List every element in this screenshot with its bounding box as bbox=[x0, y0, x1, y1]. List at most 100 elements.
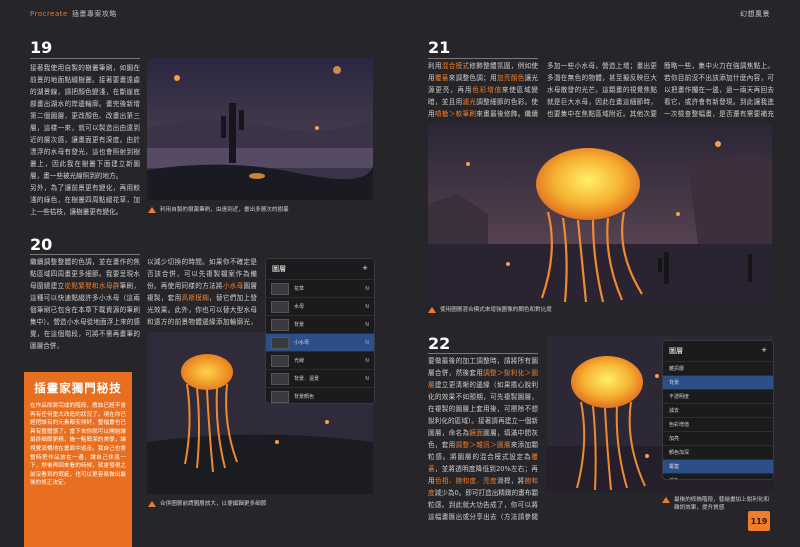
layers-panel-title: 圖層 bbox=[669, 347, 683, 355]
layer-name: 水母 bbox=[294, 304, 305, 310]
layer-row[interactable]: 光線 N bbox=[266, 351, 374, 369]
illustration-step-19 bbox=[147, 58, 373, 200]
layer-thumbnail bbox=[271, 336, 289, 349]
layer-row[interactable]: 花草 N bbox=[266, 279, 374, 297]
step-21-body-3: 簡略一些，集中火力在強調焦點上。若你目前沒不出該添加什麼內容，可以把畫作擱在一邊… bbox=[664, 62, 774, 118]
caption-arrow-icon bbox=[148, 207, 156, 213]
layer-row[interactable]: 背景 N bbox=[266, 315, 374, 333]
brand-label: Procreate bbox=[30, 10, 68, 18]
layer-list: 花草 N 水母 N 背景 N 小水母 N 光線 N 背景．遠景 N 背景顏色 bbox=[266, 279, 374, 403]
page-number: 119 bbox=[748, 511, 770, 531]
page-gutter bbox=[398, 0, 402, 547]
highlight-term: 色彩增值 bbox=[472, 86, 502, 94]
layer-row[interactable]: 背景．遠景 N bbox=[266, 369, 374, 387]
layer-thumbnail bbox=[271, 372, 289, 385]
step-21-body: 利用混合模式修飾整體氛圍，例如使用覆蓋來調整色調；用加亮顏色讓光源更亮，再用色彩… bbox=[428, 60, 538, 120]
step-divider bbox=[30, 254, 140, 255]
caption-arrow-icon bbox=[428, 307, 436, 313]
blend-mode-option[interactable]: 不透明度 bbox=[663, 389, 773, 403]
caption-step-22: 最後的修飾階段，替繪畫加上銳利化和雜訊效果，提升質感 bbox=[662, 496, 774, 512]
caption-text: 合併圖層前請圖層放大，以便編輯更多細節 bbox=[160, 501, 267, 507]
layers-panel-header: 圖層 + bbox=[266, 259, 374, 279]
add-layer-button[interactable]: + bbox=[761, 346, 767, 356]
layers-panel-title: 圖層 bbox=[272, 265, 286, 273]
layer-thumbnail bbox=[271, 282, 289, 295]
step-divider bbox=[30, 58, 140, 59]
caption-arrow-icon bbox=[662, 497, 670, 503]
caption-step-21: 使用圖層混合模式來增強圖像的顏色和對比度 bbox=[428, 306, 772, 314]
blend-mode-option[interactable]: 減去 bbox=[663, 403, 773, 417]
step-19-body: 接著我使用自製的樹叢筆刷，如圖在前景的地面點綴樹叢。接著要畫遠處的湖景線，請把顏… bbox=[30, 64, 140, 180]
step-divider bbox=[428, 58, 538, 59]
highlight-term: 色相．飽和度．亮度 bbox=[434, 477, 497, 485]
blend-mode-option[interactable]: 色彩增值 bbox=[663, 417, 773, 431]
blend-mode-menu: 不透明度減去色彩增值加亮顏色加深覆蓋濾色柔光 bbox=[663, 389, 773, 479]
highlight-term: 調整＞雜訊＞圖層 bbox=[455, 441, 511, 449]
book-title: 插畫專案攻略 bbox=[71, 10, 117, 18]
caption-step-19: 利用自製的樹叢筆刷，由遠到近，畫出多層次的樹叢 bbox=[148, 206, 374, 214]
highlight-term: 加亮顏色 bbox=[496, 74, 525, 82]
highlight-term: 高斯模糊 bbox=[181, 294, 210, 302]
text-segment: 滑桿，將 bbox=[496, 477, 525, 485]
layer-name: 背景．遠景 bbox=[294, 376, 320, 382]
layer-name: 花草 bbox=[294, 286, 305, 292]
giant-jellyfish-scene bbox=[428, 124, 772, 302]
highlight-term: 鏡面 bbox=[469, 429, 484, 437]
layer-thumbnail bbox=[271, 318, 289, 331]
layer-group-row[interactable]: 雜訊層 bbox=[663, 361, 773, 375]
layer-thumbnail bbox=[271, 390, 289, 403]
layer-name: 小水母 bbox=[294, 340, 310, 346]
text-segment: 利用 bbox=[428, 62, 442, 70]
blend-mode-mark[interactable]: N bbox=[365, 304, 369, 310]
step-number-22: 22 bbox=[428, 334, 451, 353]
illustration-step-21 bbox=[428, 124, 772, 302]
highlight-term: 覆蓋 bbox=[434, 74, 449, 82]
step-divider bbox=[428, 353, 538, 354]
night-desert-scene bbox=[147, 58, 373, 200]
step-21-body-2: 多加一些小水母，營造上增；畫出更多潛在無色的物體，甚至擬反映巨大水母散發的光芒。… bbox=[547, 62, 657, 118]
add-layer-button[interactable]: + bbox=[362, 264, 368, 274]
highlight-term: 從點繁嬰和水母群 bbox=[64, 282, 120, 290]
blend-mode-option[interactable]: 濾色 bbox=[663, 473, 773, 479]
blend-mode-option[interactable]: 顏色加深 bbox=[663, 445, 773, 459]
running-header-left: Procreate 插畫專案攻略 bbox=[30, 9, 117, 19]
layers-panel-header: 圖層 + bbox=[663, 341, 773, 361]
blend-mode-mark[interactable]: N bbox=[365, 358, 369, 364]
blend-mode-mark[interactable]: N bbox=[365, 322, 369, 328]
tip-body: 在作品即將完成的階段，應該已經不會再有任何重大改造的狀況了。現在你已經把該有的元… bbox=[30, 403, 126, 487]
step-20-body: 繼續調整整體的色調，並在畫作的焦點區域四周畫更多細節。我要呈現水母圍繞建立從點繁… bbox=[30, 256, 140, 364]
blend-mode-mark[interactable]: N bbox=[365, 376, 369, 382]
text-segment: 減少為0。即可打造出精緻的畫布顆粒感。到此就大功告成了，你可以將這幅畫匯出或分享… bbox=[428, 489, 538, 521]
layer-name: 背景顏色 bbox=[294, 394, 315, 400]
layer-group-label: 雜訊層 bbox=[669, 366, 685, 372]
caption-text: 最後的修飾階段，替繪畫加上銳利化和雜訊效果，提升質感 bbox=[674, 497, 770, 511]
text-segment: 筆刷，這種可以快速點綴許多小水母（這兩個筆刷已包含在本章下載資源的筆刷集中）。營… bbox=[30, 282, 140, 350]
layer-thumbnail bbox=[271, 354, 289, 367]
highlight-term: 濾光 bbox=[462, 98, 477, 106]
layer-row[interactable]: 水母 N bbox=[266, 297, 374, 315]
layer-row[interactable]: 背景顏色 bbox=[266, 387, 374, 403]
caption-text: 利用自製的樹叢筆刷，由遠到近，畫出多層次的樹叢 bbox=[160, 207, 289, 213]
highlight-term: 小水母 bbox=[222, 282, 244, 290]
running-header-right: 幻想風景 bbox=[740, 10, 770, 18]
layer-row[interactable]: 小水母 N bbox=[266, 333, 374, 351]
layer-thumbnail bbox=[271, 300, 289, 313]
step-19-body-2: 另外，為了讓前景更有變化，再用較淺的綠色，在樹叢四周點綴花草，加上一些枯枝，讓樹… bbox=[30, 184, 140, 216]
text-segment: 來調整色調；用 bbox=[448, 74, 497, 82]
step-number-21: 21 bbox=[428, 38, 451, 57]
blend-mode-option[interactable]: 加亮 bbox=[663, 431, 773, 445]
blend-mode-mark[interactable]: N bbox=[365, 286, 369, 292]
caption-arrow-icon bbox=[148, 501, 156, 507]
layers-blend-panel: 圖層 + 雜訊層 背景 不透明度減去色彩增值加亮顏色加深覆蓋濾色柔光 bbox=[662, 340, 774, 480]
layer-name: 背景 bbox=[294, 322, 305, 328]
layer-name: 光線 bbox=[294, 358, 305, 364]
highlight-term: 噴槍＞軟筆刷 bbox=[434, 110, 477, 118]
selected-layer-label: 背景 bbox=[669, 380, 680, 386]
step-number-20: 20 bbox=[30, 235, 53, 254]
step-22-body: 要做最後的加工調整時，請將所有圖層合併，然後套用調整＞銳利化＞圖層建立更清晰的邊… bbox=[428, 355, 538, 523]
tip-title: 插畫家獨門秘技 bbox=[34, 381, 122, 395]
blend-mode-option[interactable]: 覆蓋 bbox=[663, 459, 773, 473]
caption-text: 使用圖層混合模式來增強圖像的顏色和對比度 bbox=[440, 307, 552, 313]
blend-mode-mark[interactable]: N bbox=[365, 340, 369, 346]
selected-layer-row[interactable]: 背景 bbox=[663, 375, 773, 389]
